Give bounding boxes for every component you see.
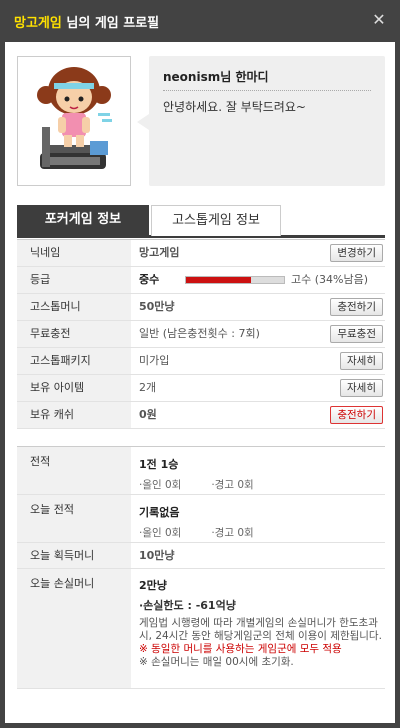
row-today-loss: 오늘 손실머니 2만냥 ·손실한도 : -61억냥 게임법 시행령에 따라 개별… [17,569,385,689]
cash-label: 보유 캐쉬 [17,402,131,428]
info-table: 닉네임 망고게임 변경하기 등급 중수 고수 (34%남음) 고스톱머니 50만… [17,239,385,429]
window-title: 망고게임 님의 게임 프로필 [14,12,159,31]
today-loss-label: 오늘 손실머니 [17,569,131,688]
grade-next: 고수 (34%남음) [291,273,369,286]
charge-money-button[interactable]: 충전하기 [330,298,383,316]
free-charge-value: 일반 (남은충전횟수 : 7회) [139,327,260,340]
record-value: 1전 1승 [139,458,179,471]
speech-bubble: neonism님 한마디 안녕하세요. 잘 부탁드려요~ [149,56,385,186]
row-cash: 보유 캐쉬 0원 충전하기 [17,402,385,429]
profile-window: 망고게임 님의 게임 프로필 ✕ neonism님 한마디 안녕하세요. 잘 부… [0,0,400,728]
row-nickname: 닉네임 망고게임 변경하기 [17,240,385,267]
loss-limit: ·손실한도 : -61억냥 [139,599,236,612]
bubble-divider [163,90,371,91]
today-record-sub: ·올인 0회 ·경고 0회 [139,525,254,540]
stats-table: 전적 1전 1승 ·올인 0회 ·경고 0회 오늘 전적 기록없음 ·올인 0회 ·… [17,446,385,689]
row-items: 보유 아이템 2개 자세히 [17,375,385,402]
grade-progress-bar [185,276,285,284]
loss-note-reset: ※ 손실머니는 매일 00시에 초기화. [139,656,294,668]
game-tabs: 포커게임 정보 고스톱게임 정보 [17,205,385,238]
items-label: 보유 아이템 [17,375,131,401]
loss-note: 게임법 시행령에 따라 개별게임의 손실머니가 한도초과 시, 24시간 동안 … [139,617,382,642]
today-gain-label: 오늘 획득머니 [17,543,131,568]
row-free-charge: 무료충전 일반 (남은충전횟수 : 7회) 무료충전 [17,321,385,348]
cash-value: 0원 [139,408,157,421]
row-package: 고스톱패키지 미가입 자세히 [17,348,385,375]
today-loss-group: 2만냥 ·손실한도 : -61억냥 게임법 시행령에 따라 개별게임의 손실머니… [139,577,383,669]
row-record: 전적 1전 1승 ·올인 0회 ·경고 0회 [17,447,385,495]
loss-note-red: ※ 동일한 머니를 사용하는 게임군에 모두 적용 [139,643,342,655]
package-label: 고스톱패키지 [17,348,131,374]
row-grade: 등급 중수 고수 (34%남음) [17,267,385,294]
title-suffix: 님의 게임 프로필 [61,16,160,31]
profile-panel: neonism님 한마디 안녕하세요. 잘 부탁드려요~ 포커게임 정보 고스톱… [5,42,395,723]
title-username: 망고게임 [14,16,62,31]
bubble-title: neonism님 한마디 [163,70,269,84]
row-today-record: 오늘 전적 기록없음 ·올인 0회 ·경고 0회 [17,495,385,543]
row-gostop-money: 고스톱머니 50만냥 충전하기 [17,294,385,321]
record-allin: ·올인 0회 [139,479,182,491]
tab-poker[interactable]: 포커게임 정보 [17,205,149,236]
grade-group: 중수 고수 (34%남음) [139,267,379,293]
free-charge-button[interactable]: 무료충전 [330,325,383,343]
bubble-message: 안녕하세요. 잘 부탁드려요~ [163,100,306,114]
row-today-gain: 오늘 획득머니 10만냥 [17,543,385,569]
character-avatar-image [37,67,112,169]
record-group: 1전 1승 ·올인 0회 ·경고 0회 [139,456,254,492]
change-nickname-button[interactable]: 변경하기 [330,244,383,262]
grade-value: 중수 [139,273,160,286]
today-allin: ·올인 0회 [139,527,182,539]
grade-progress-fill [186,277,251,283]
title-bar: 망고게임 님의 게임 프로필 ✕ [0,0,400,42]
items-detail-button[interactable]: 자세히 [340,379,383,397]
close-icon[interactable]: ✕ [370,11,388,29]
grade-label: 등급 [17,267,131,293]
package-detail-button[interactable]: 자세히 [340,352,383,370]
nickname-label: 닉네임 [17,240,131,266]
avatar [17,56,131,186]
today-warn: ·경고 0회 [211,527,254,539]
today-record-group: 기록없음 ·올인 0회 ·경고 0회 [139,504,254,540]
record-sub: ·올인 0회 ·경고 0회 [139,477,254,492]
free-charge-label: 무료충전 [17,321,131,347]
today-loss-value: 2만냥 [139,579,167,592]
charge-cash-button[interactable]: 충전하기 [330,406,383,424]
today-record-label: 오늘 전적 [17,495,131,542]
package-value: 미가입 [139,354,170,367]
today-record-value: 기록없음 [139,506,180,519]
speech-bubble-tail [137,114,149,130]
today-gain-value: 10만냥 [139,549,175,562]
gostop-money-value: 50만냥 [139,300,175,313]
gostop-money-label: 고스톱머니 [17,294,131,320]
record-label: 전적 [17,447,131,494]
nickname-value: 망고게임 [139,246,180,259]
tab-gostop[interactable]: 고스톱게임 정보 [151,205,281,236]
items-value: 2개 [139,381,157,394]
record-warn: ·경고 0회 [211,479,254,491]
